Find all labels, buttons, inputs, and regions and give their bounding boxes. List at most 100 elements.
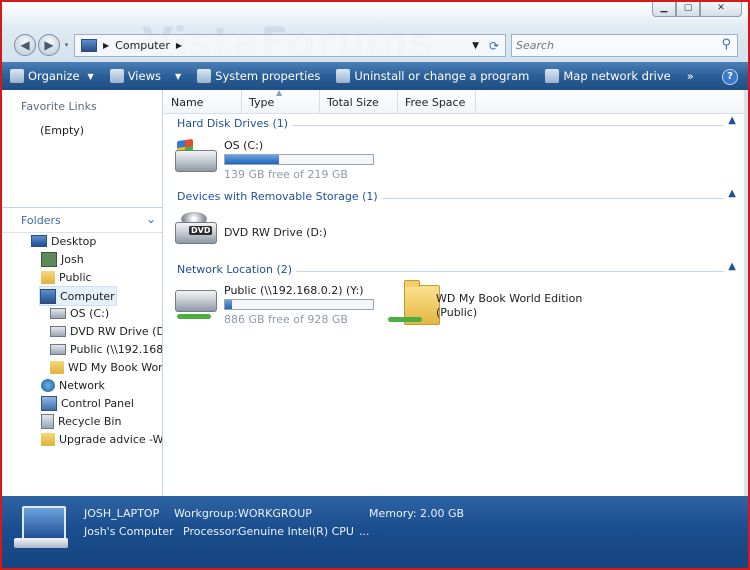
group-title: Devices with Removable Storage (1)	[177, 190, 382, 203]
network-cable	[177, 314, 211, 319]
drive-name: DVD RW Drive (D:)	[224, 226, 327, 239]
maximize-button[interactable]: ▢	[676, 2, 700, 17]
column-free-space[interactable]: Free Space	[397, 90, 476, 113]
group-removable-storage[interactable]: Devices with Removable Storage (1) ▲	[163, 188, 748, 206]
dvd-drive-icon	[50, 325, 66, 337]
group-title: Hard Disk Drives (1)	[177, 117, 293, 130]
network-drive-icon	[173, 286, 217, 322]
forward-button[interactable]: ▶	[38, 34, 60, 56]
details-ellipsis: ...	[359, 525, 370, 538]
computer-icon	[40, 288, 56, 304]
overflow-icon: »	[686, 69, 694, 83]
folder-icon	[41, 432, 55, 446]
breadcrumb-separator-icon[interactable]: ▶	[176, 41, 182, 50]
command-bar: Organize ▼ Views ▼ System properties Uni…	[2, 62, 748, 90]
free-space-text: 139 GB free of 219 GB	[224, 168, 348, 181]
uninstall-program-button[interactable]: Uninstall or change a program	[328, 64, 537, 88]
folder-name-line1: WD My Book World Edition	[436, 292, 583, 305]
group-network-location[interactable]: Network Location (2) ▲	[163, 261, 748, 279]
desktop-icon	[31, 235, 47, 247]
right-edge-strip	[744, 90, 748, 496]
tree-item-label: Josh	[61, 252, 84, 266]
explorer-window: VistaForums ▁ ▢ ✕ ◀ ▶ ▾ ▶ Computer ▶ ▼ ⟳…	[0, 0, 750, 570]
favorite-links-empty: (Empty)	[40, 124, 85, 137]
tree-item-network[interactable]: Network	[41, 376, 159, 394]
tree-item-public-network-drive[interactable]: Public (\\192.168.0	[50, 340, 162, 358]
tree-item-desktop[interactable]: Desktop	[31, 232, 159, 250]
workgroup-value: WORKGROUP	[238, 507, 312, 520]
search-box[interactable]: ⚲	[511, 34, 738, 57]
close-button[interactable]: ✕	[700, 2, 742, 17]
tree-item-upgrade-advice[interactable]: Upgrade advice -Wi	[41, 430, 162, 448]
hard-drive-icon	[173, 138, 217, 176]
refresh-icon[interactable]: ⟳	[489, 39, 499, 53]
control-panel-icon	[41, 395, 57, 411]
uninstall-label: Uninstall or change a program	[354, 69, 530, 83]
workgroup-label: Workgroup:	[174, 507, 238, 520]
folder-name-line2: (Public)	[436, 306, 478, 319]
network-cable	[388, 317, 422, 322]
tree-item-label: Public	[59, 270, 92, 284]
favorite-links-title: Favorite Links	[21, 100, 97, 113]
base-shape	[14, 538, 68, 548]
column-name[interactable]: Name	[163, 90, 242, 113]
free-space-text: 886 GB free of 928 GB	[224, 313, 348, 326]
tree-item-public[interactable]: Public	[41, 268, 159, 286]
tree-item-wd-my-book[interactable]: WD My Book Wor	[50, 358, 162, 376]
map-drive-label: Map network drive	[563, 69, 671, 83]
user-folder-icon	[41, 251, 57, 267]
processor-label: Processor:	[183, 525, 240, 538]
group-hard-disk-drives[interactable]: Hard Disk Drives (1) ▲	[163, 115, 748, 133]
address-dropdown-icon[interactable]: ▼	[472, 41, 479, 51]
collapse-icon[interactable]: ▲	[728, 261, 736, 272]
computer-icon	[14, 506, 68, 550]
search-input[interactable]	[512, 38, 708, 53]
drive-body	[175, 290, 217, 312]
toolbar-overflow-button[interactable]: »	[679, 64, 702, 88]
help-icon[interactable]: ?	[722, 69, 738, 85]
address-bar[interactable]: ▶ Computer ▶ ▼ ⟳	[74, 34, 506, 57]
tree-item-computer[interactable]: Computer	[39, 286, 117, 306]
recycle-bin-icon	[41, 413, 54, 429]
memory-label: Memory:	[369, 507, 417, 520]
tree-item-label: Control Panel	[61, 396, 134, 410]
map-network-drive-button[interactable]: Map network drive	[537, 64, 678, 88]
network-icon	[41, 378, 55, 392]
minimize-button[interactable]: ▁	[652, 2, 676, 17]
sort-ascending-icon: ▲	[276, 88, 283, 97]
tree-item-label: Upgrade advice -Wi	[59, 432, 162, 446]
title-bar: VistaForums ▁ ▢ ✕ ◀ ▶ ▾ ▶ Computer ▶ ▼ ⟳…	[2, 2, 748, 66]
column-headers: Name Type ▲ Total Size Free Space	[163, 88, 748, 114]
system-properties-button[interactable]: System properties	[189, 64, 328, 88]
tree-item-control-panel[interactable]: Control Panel	[41, 394, 159, 412]
navigation-pane: Favorite Links (Empty) Folders ⌄ Desktop…	[2, 90, 163, 496]
processor-value: Genuine Intel(R) CPU	[238, 525, 354, 538]
views-icon	[109, 69, 124, 83]
capacity-bar	[224, 154, 374, 165]
organize-button[interactable]: Organize ▼	[2, 64, 102, 88]
dvd-drive-icon: DVD	[173, 212, 217, 248]
tree-item-recycle-bin[interactable]: Recycle Bin	[41, 412, 159, 430]
tree-item-os-c[interactable]: OS (C:)	[50, 304, 159, 322]
monitor-shape	[22, 506, 66, 540]
network-folder-icon	[50, 360, 64, 374]
network-drive-icon	[50, 343, 66, 355]
tree-item-label: Recycle Bin	[58, 414, 122, 428]
drive-name: OS (C:)	[224, 139, 264, 152]
views-button[interactable]: Views ▼	[102, 64, 189, 88]
collapse-icon[interactable]: ▲	[728, 188, 736, 199]
breadcrumb-computer[interactable]: Computer	[115, 39, 170, 52]
recent-pages-dropdown[interactable]: ▾	[62, 41, 71, 50]
column-total-size[interactable]: Total Size	[319, 90, 398, 113]
system-properties-icon	[197, 69, 212, 83]
computer-icon	[81, 39, 97, 52]
search-icon[interactable]: ⚲	[721, 37, 731, 52]
tree-item-dvd-drive[interactable]: DVD RW Drive (D:)	[50, 322, 162, 340]
window-controls: ▁ ▢ ✕	[652, 2, 742, 17]
back-button[interactable]: ◀	[14, 34, 36, 56]
folders-header[interactable]: Folders ⌄	[2, 207, 162, 233]
tree-item-label: Network	[59, 378, 105, 392]
tree-item-josh[interactable]: Josh	[41, 250, 159, 268]
forward-arrow-icon: ▶	[44, 38, 54, 52]
collapse-icon[interactable]: ▲	[728, 115, 736, 126]
